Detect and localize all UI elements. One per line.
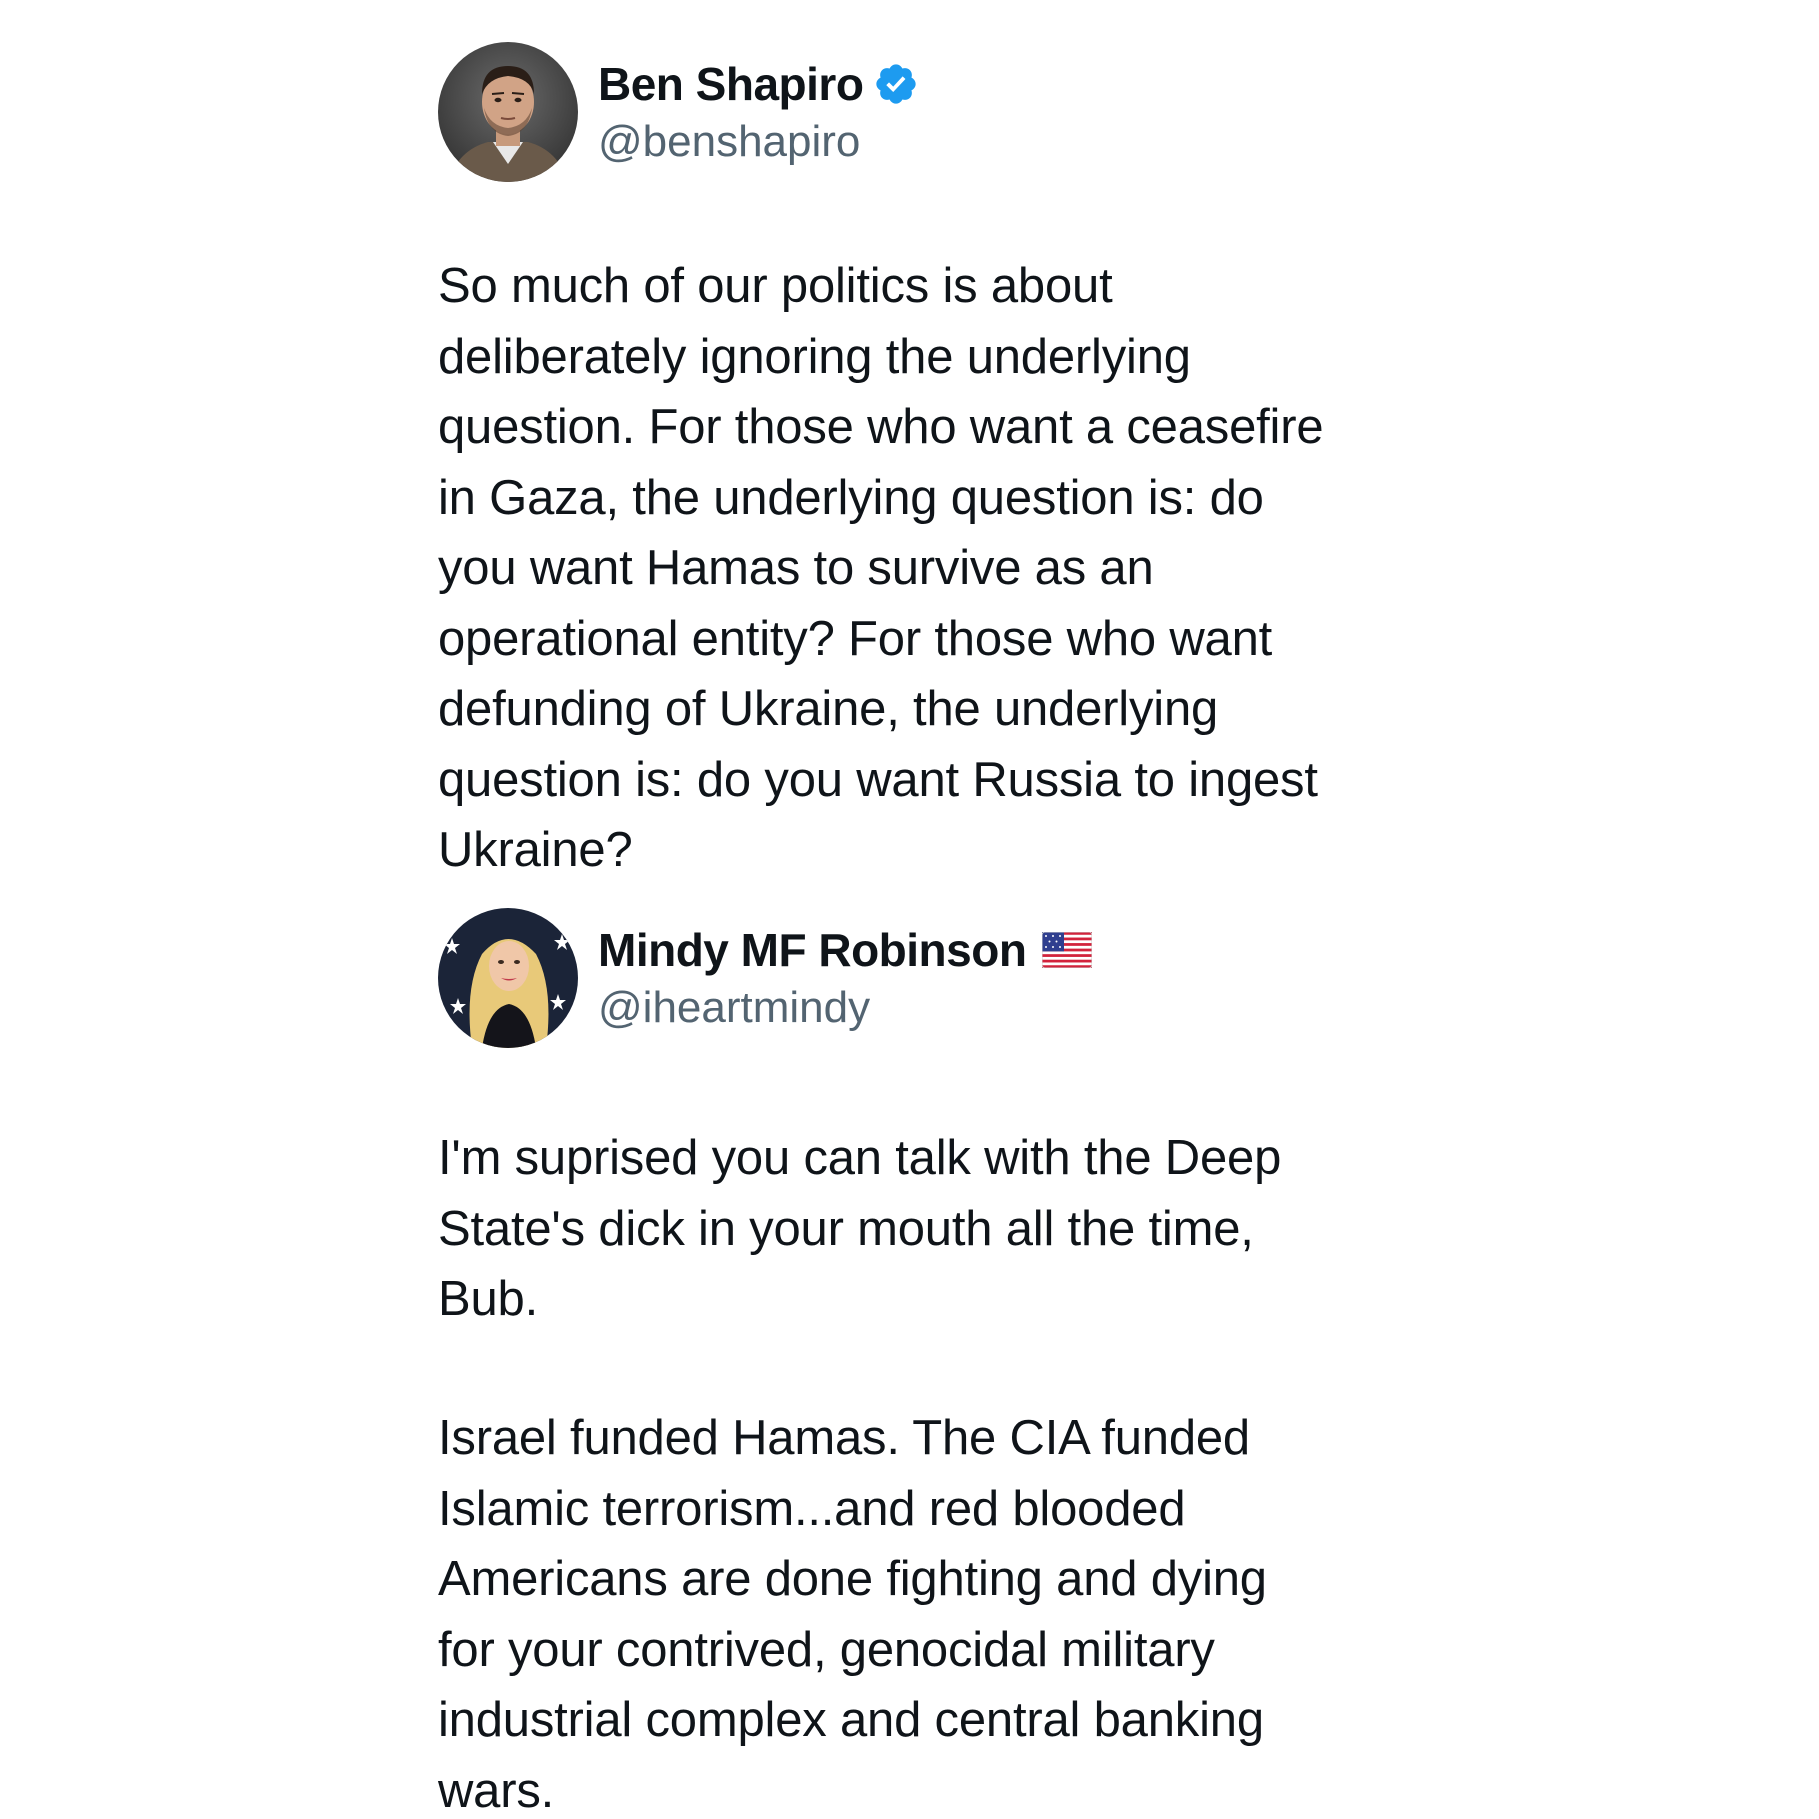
tweet-text: So much of our politics is about deliber… bbox=[438, 259, 1324, 877]
author-handle[interactable]: @benshapiro bbox=[598, 114, 860, 170]
tweet-text-paragraph-1: I'm suprised you can talk with the Deep … bbox=[438, 1131, 1282, 1326]
verified-badge-icon bbox=[873, 61, 919, 107]
author-name-row[interactable]: Ben Shapiro bbox=[598, 56, 919, 112]
display-name[interactable]: Mindy MF Robinson bbox=[598, 922, 1027, 978]
author-handle[interactable]: @iheartmindy bbox=[598, 980, 870, 1036]
avatar-image bbox=[438, 42, 578, 182]
us-flag-icon bbox=[1041, 931, 1093, 969]
display-name[interactable]: Ben Shapiro bbox=[598, 56, 864, 112]
tweet-text-paragraph-2: Israel funded Hamas. The CIA funded Isla… bbox=[438, 1411, 1267, 1818]
tweet-header: Ben Shapiro @benshapiro bbox=[438, 42, 1438, 182]
avatar-image bbox=[438, 908, 578, 1048]
author-name-row[interactable]: Mindy MF Robinson bbox=[598, 922, 1093, 978]
avatar[interactable] bbox=[438, 908, 578, 1048]
avatar[interactable] bbox=[438, 42, 578, 182]
tweet-header: Mindy MF Robinson @iheartmindy bbox=[438, 908, 1438, 1048]
